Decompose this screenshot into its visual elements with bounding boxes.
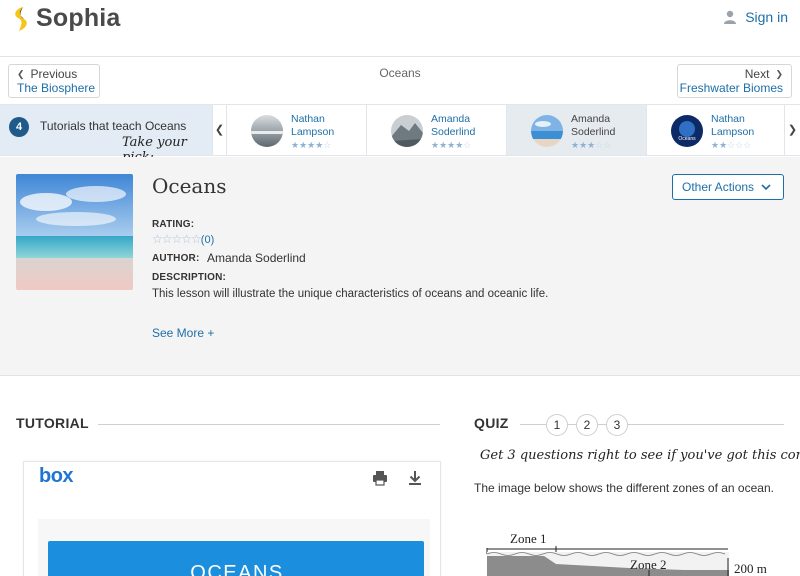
- tutorial-count-badge: 4: [9, 117, 29, 137]
- rating-stars-icon[interactable]: ☆☆☆☆☆: [152, 232, 202, 246]
- other-actions-dropdown[interactable]: Other Actions: [672, 174, 784, 200]
- thumbnail-caption: Oceans: [678, 136, 696, 142]
- quiz-question-3-button[interactable]: 3: [606, 414, 628, 436]
- next-lesson-link[interactable]: Freshwater Biomes: [678, 81, 783, 95]
- description-text: This lesson will illustrate the unique c…: [152, 288, 549, 300]
- strip-scroll-right-button[interactable]: ❯: [784, 105, 800, 155]
- chevron-right-icon: ❯: [775, 69, 783, 79]
- quiz-question-1-button[interactable]: 1: [546, 414, 568, 436]
- user-icon: [724, 10, 737, 24]
- box-viewer: box OCEANS: [23, 461, 441, 576]
- tutorial-divider: [98, 424, 440, 425]
- sophia-logo[interactable]: Sophia: [10, 4, 121, 33]
- tutorial-card[interactable]: Nathan Lampson ★★★★☆: [226, 105, 366, 155]
- author-name: Amanda Soderlind: [207, 251, 306, 265]
- rating-label: RATING:: [152, 219, 195, 230]
- chevron-right-icon: ❯: [787, 124, 798, 136]
- tutorial-author-last: Lampson: [711, 126, 755, 138]
- zone-1-label: Zone 1: [510, 531, 546, 546]
- tutorial-card[interactable]: Amanda Soderlind ★★★★☆: [366, 105, 506, 155]
- tutorial-author-last: Soderlind: [431, 126, 476, 138]
- tutorials-strip-header: 4 Tutorials that teach Oceans Take your …: [0, 105, 212, 165]
- box-logo: box: [39, 465, 74, 487]
- author-label: AUTHOR:: [152, 253, 200, 264]
- quiz-section-title: QUIZ: [474, 415, 509, 431]
- sign-in-button[interactable]: Sign in: [723, 9, 788, 25]
- tutorial-rating-stars: ★★★★☆: [431, 140, 472, 150]
- logo-text: Sophia: [36, 4, 121, 32]
- ocean-zones-diagram: Zone 1 Zone 2 200 m: [484, 530, 784, 576]
- tutorial-author-first: Nathan: [711, 113, 745, 125]
- slide-title-text: OCEANS: [190, 562, 284, 576]
- tutorial-author-last: Soderlind: [571, 126, 616, 138]
- tutorial-author-first: Nathan: [291, 113, 325, 125]
- tutorials-strip-title: Tutorials that teach Oceans: [40, 119, 187, 133]
- lesson-title: Oceans: [152, 174, 227, 198]
- print-button[interactable]: [372, 470, 388, 491]
- strip-scroll-left-button[interactable]: ❮: [212, 105, 226, 155]
- sophia-logo-icon: [15, 6, 27, 31]
- tutorial-author-last: Lampson: [291, 126, 335, 138]
- next-label: Next: [744, 67, 770, 81]
- lesson-info: Oceans Other Actions RATING: ☆☆☆☆☆(0) AU…: [0, 157, 800, 376]
- lesson-navigation: ❮ Previous The Biosphere Oceans Next ❯ Fre…: [0, 57, 800, 103]
- download-button[interactable]: [407, 470, 423, 491]
- quiz-question-text: The image below shows the different zone…: [474, 481, 774, 495]
- tutorial-thumbnail: [391, 115, 423, 147]
- rating-count: (0): [200, 234, 215, 246]
- sign-in-label: Sign in: [745, 9, 788, 25]
- tutorial-thumbnail: [251, 115, 283, 147]
- tutorial-rating-stars: ★★★☆☆: [571, 140, 612, 150]
- download-icon: [409, 471, 421, 485]
- rating-widget[interactable]: ☆☆☆☆☆(0): [152, 232, 214, 246]
- top-header: Sophia Sign in: [0, 0, 800, 57]
- zone-2-label: Zone 2: [630, 557, 666, 572]
- chevron-down-icon: [761, 175, 771, 209]
- tutorial-author-first: Amanda: [571, 113, 611, 125]
- next-lesson-button[interactable]: Next ❯ Freshwater Biomes: [677, 64, 792, 98]
- tutorial-rating-stars: ★★★★☆: [291, 140, 332, 150]
- previous-lesson-link[interactable]: The Biosphere: [17, 81, 99, 95]
- lesson-image: [16, 174, 133, 290]
- see-more-link[interactable]: See More +: [152, 326, 214, 340]
- depth-label: 200 m: [734, 561, 767, 576]
- tutorial-section-title: TUTORIAL: [16, 415, 89, 431]
- print-icon: [373, 471, 387, 486]
- tutorial-author-first: Amanda: [431, 113, 471, 125]
- description-label: DESCRIPTION:: [152, 272, 227, 283]
- other-actions-label: Other Actions: [682, 180, 755, 194]
- tutorial-card-selected[interactable]: Amanda Soderlind ★★★☆☆: [506, 105, 646, 155]
- chevron-left-icon: ❮: [214, 124, 225, 136]
- tutorial-card[interactable]: Oceans Nathan Lampson ★★☆☆☆: [646, 105, 786, 155]
- tutorial-thumbnail: Oceans: [671, 115, 703, 147]
- quiz-hint: Get 3 questions right to see if you've g…: [480, 448, 800, 463]
- tutorial-thumbnail: [531, 115, 563, 147]
- tutorial-rating-stars: ★★☆☆☆: [711, 140, 752, 150]
- tutorials-strip: 4 Tutorials that teach Oceans Take your …: [0, 104, 800, 165]
- quiz-question-2-button[interactable]: 2: [576, 414, 598, 436]
